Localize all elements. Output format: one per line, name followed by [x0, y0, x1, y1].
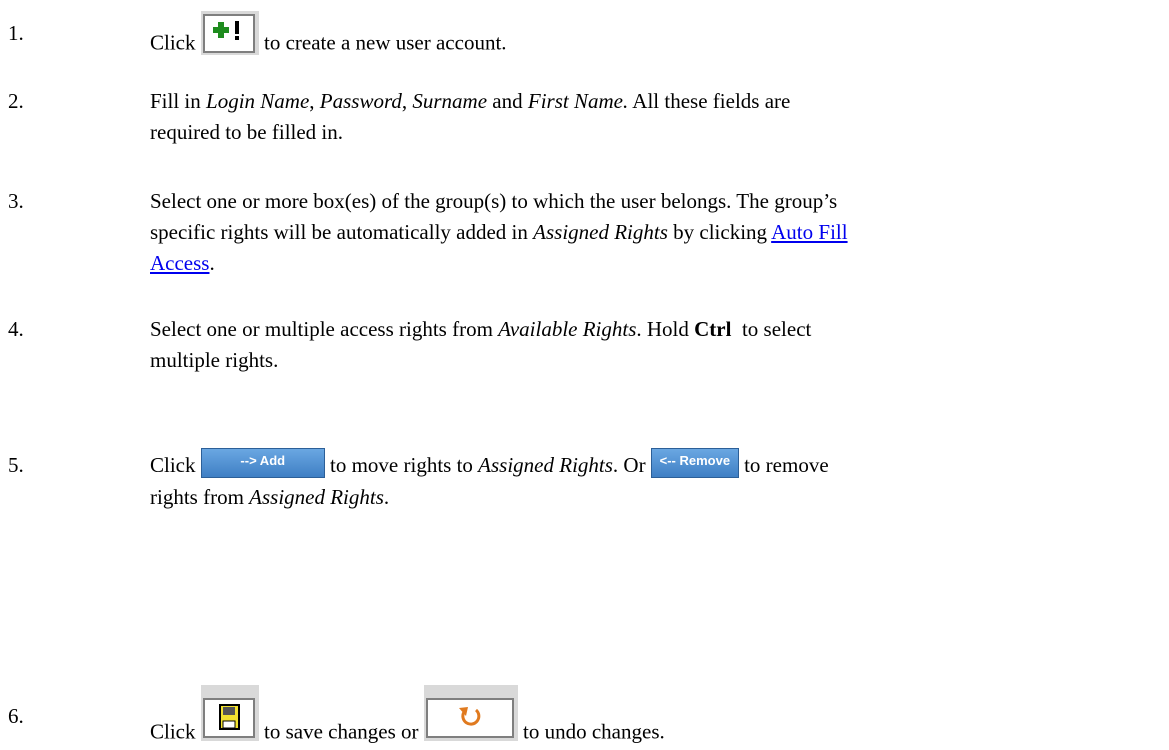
assigned-rights-ref: Assigned Rights — [478, 453, 613, 477]
step-text: Select one or multiple access rights fro… — [150, 317, 499, 341]
field-login-name: Login Name — [206, 89, 310, 113]
step-text: required to be filled in. — [150, 120, 344, 144]
step-3: Select one or more box(es) of the group(… — [150, 186, 1150, 279]
step-text: multiple rights. — [150, 348, 279, 372]
field-first-name: First Name. — [527, 89, 629, 113]
assigned-rights-ref: Assigned Rights — [249, 485, 384, 510]
step-text: Click — [150, 453, 201, 477]
step-text: to undo changes. — [523, 719, 665, 744]
add-record-icon — [200, 11, 259, 55]
instruction-page: 1. Click to create a new user account. 2… — [0, 0, 1169, 750]
step-text: Select one or more box(es) of the group(… — [150, 189, 838, 213]
step-number: 2. — [8, 89, 24, 113]
step-text: . Hold — [636, 317, 695, 341]
save-icon — [200, 685, 259, 741]
add-button: --> Add — [200, 448, 325, 479]
add-record-button — [200, 11, 259, 64]
step-4: Select one or multiple access rights fro… — [150, 314, 1150, 376]
step-text: . — [383, 485, 390, 510]
step-text: rights from — [150, 485, 250, 510]
step-text: to create a new user account. — [264, 30, 507, 55]
step-text: . — [209, 251, 215, 275]
step-number: 5. — [8, 453, 24, 477]
step-number: 1. — [8, 21, 24, 45]
step-text: and — [487, 89, 528, 113]
step-text: Fill in — [150, 89, 207, 113]
step-text: to move rights to — [330, 453, 479, 477]
step-number: 4. — [8, 317, 24, 341]
step-6: Click to save changes or to undo changes… — [150, 685, 1150, 750]
step-2: Fill in Login Name, Password, Surname an… — [150, 86, 1150, 148]
step-number: 3. — [8, 189, 24, 213]
step-text: by clicking — [667, 220, 772, 244]
field-surname: Surname — [412, 89, 488, 113]
step-text: to remove — [744, 453, 829, 477]
step-text: . Or — [612, 453, 651, 477]
step-text: Click — [150, 719, 201, 744]
auto-fill-access-link-cont[interactable]: Access — [150, 251, 209, 275]
step-text: specific rights will be automatically ad… — [150, 220, 534, 244]
assigned-rights-ref: Assigned Rights — [533, 220, 668, 244]
available-rights-ref: Available Rights — [498, 317, 637, 341]
step-5: Click --> Add to move rights to Assigned… — [150, 448, 1150, 513]
ctrl-key: Ctrl — [694, 317, 732, 341]
auto-fill-access-link[interactable]: Auto Fill — [771, 220, 847, 244]
step-text: to select — [731, 317, 812, 341]
step-text: Click — [150, 30, 196, 55]
undo-icon — [423, 685, 518, 741]
remove-button: <-- Remove — [650, 448, 739, 479]
step-1: Click to create a new user account. — [150, 11, 1150, 71]
step-text: All these fields are — [628, 89, 791, 113]
step-text: , — [401, 89, 413, 113]
step-text: to save changes or — [264, 719, 424, 744]
undo-button — [423, 685, 518, 750]
save-button — [200, 685, 259, 750]
step-text: , — [309, 89, 320, 113]
field-password: Password — [319, 89, 402, 113]
step-number: 6. — [8, 704, 24, 728]
